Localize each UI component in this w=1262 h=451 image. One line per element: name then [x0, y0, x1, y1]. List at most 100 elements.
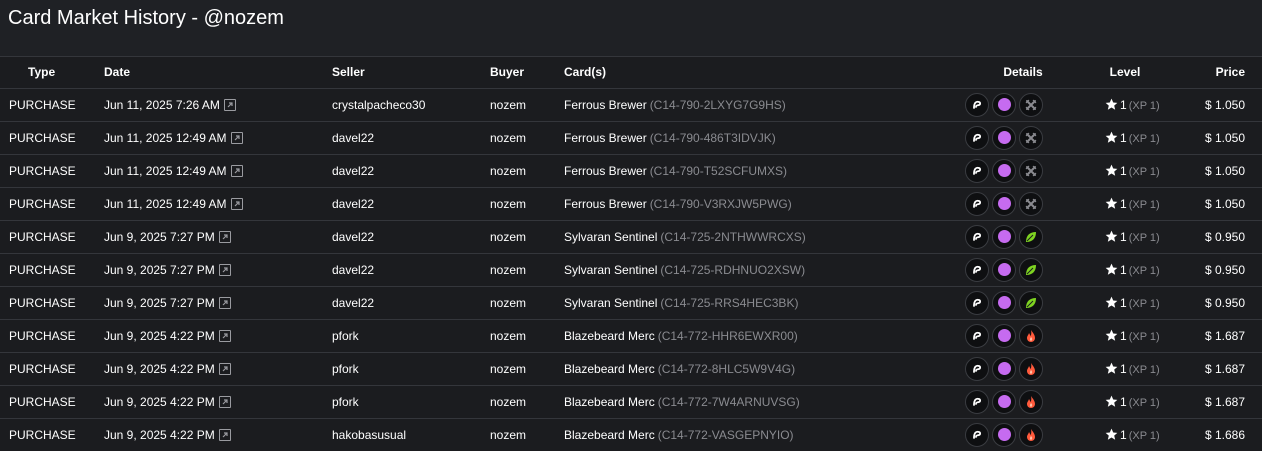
- external-link-icon[interactable]: [230, 197, 243, 210]
- row-seller[interactable]: davel22: [332, 154, 490, 188]
- fire-icon: [1019, 323, 1043, 348]
- row-buyer[interactable]: nozem: [490, 385, 564, 419]
- row-type: PURCHASE: [9, 427, 76, 442]
- card-name[interactable]: Sylvaran Sentinel: [564, 230, 657, 244]
- row-details: [956, 187, 1080, 221]
- row-seller[interactable]: pfork: [332, 319, 490, 353]
- row-details: [956, 154, 1080, 188]
- foil-dot-icon: [992, 422, 1016, 447]
- external-link-icon[interactable]: [218, 428, 231, 441]
- xp-value: (XP 1): [1128, 231, 1160, 244]
- foil-dot-icon: [992, 224, 1016, 249]
- card-name[interactable]: Ferrous Brewer: [564, 164, 647, 178]
- row-buyer[interactable]: nozem: [490, 352, 564, 386]
- row-details: [956, 286, 1080, 320]
- card-name[interactable]: Sylvaran Sentinel: [564, 296, 657, 310]
- card-uid: (C14-790-T52SCFUMXS): [649, 163, 788, 178]
- external-link-icon[interactable]: [218, 395, 231, 408]
- row-buyer[interactable]: nozem: [490, 88, 564, 122]
- fire-icon: [1019, 356, 1043, 381]
- table-row[interactable]: PURCHASE Jun 9, 2025 4:22 PM hakobasusual n…: [0, 418, 1262, 451]
- row-seller[interactable]: pfork: [332, 352, 490, 386]
- row-seller[interactable]: davel22: [332, 121, 490, 155]
- row-type: PURCHASE: [0, 319, 104, 353]
- row-buyer[interactable]: nozem: [490, 286, 564, 320]
- table-row[interactable]: PURCHASE Jun 11, 2025 7:26 AM crystalpache…: [0, 88, 1262, 122]
- card-name[interactable]: Blazebeard Merc: [564, 428, 655, 442]
- row-price: $ 1.050: [1170, 187, 1262, 221]
- external-link-icon[interactable]: [218, 263, 231, 276]
- row-seller[interactable]: davel22: [332, 286, 490, 320]
- market-history-table: Type Date Seller Buyer Card(s) Details L…: [0, 57, 1262, 451]
- table-row[interactable]: PURCHASE Jun 9, 2025 7:27 PM davel22 nozem S…: [0, 253, 1262, 287]
- row-date-cell: Jun 9, 2025 4:22 PM: [104, 352, 332, 386]
- edition-icon: [965, 323, 989, 348]
- row-price: $ 0.950: [1170, 286, 1262, 320]
- external-link-icon[interactable]: [230, 164, 243, 177]
- row-price: $ 1.687: [1170, 319, 1262, 353]
- row-buyer[interactable]: nozem: [490, 220, 564, 254]
- row-date-cell: Jun 9, 2025 7:27 PM: [104, 286, 332, 320]
- edition-icon: [965, 191, 989, 216]
- table-row[interactable]: PURCHASE Jun 11, 2025 12:49 AM davel22 noze…: [0, 187, 1262, 221]
- column-header-details: Details: [956, 57, 1080, 89]
- row-buyer[interactable]: nozem: [490, 154, 564, 188]
- row-seller[interactable]: hakobasusual: [332, 418, 490, 451]
- external-link-icon[interactable]: [218, 362, 231, 375]
- row-seller[interactable]: davel22: [332, 187, 490, 221]
- external-link-icon[interactable]: [218, 296, 231, 309]
- card-name[interactable]: Blazebeard Merc: [564, 362, 655, 376]
- row-date-cell: Jun 11, 2025 12:49 AM: [104, 187, 332, 221]
- row-buyer[interactable]: nozem: [490, 121, 564, 155]
- column-header-date[interactable]: Date: [104, 57, 332, 89]
- external-link-icon[interactable]: [218, 230, 231, 243]
- card-name[interactable]: Ferrous Brewer: [564, 197, 647, 211]
- row-date-cell: Jun 11, 2025 12:49 AM: [104, 121, 332, 155]
- neutral-swords-icon: [1019, 125, 1043, 150]
- row-buyer[interactable]: nozem: [490, 253, 564, 287]
- external-link-icon[interactable]: [218, 329, 231, 342]
- card-name[interactable]: Blazebeard Merc: [564, 395, 655, 409]
- row-price: $ 0.950: [1170, 220, 1262, 254]
- table-row[interactable]: PURCHASE Jun 9, 2025 4:22 PM pfork nozem Bla…: [0, 352, 1262, 386]
- row-seller[interactable]: pfork: [332, 385, 490, 419]
- row-date: Jun 9, 2025 4:22 PM: [104, 328, 215, 343]
- edition-icon: [965, 356, 989, 381]
- column-header-price[interactable]: Price: [1170, 57, 1262, 89]
- column-header-seller[interactable]: Seller: [332, 57, 490, 89]
- row-buyer[interactable]: nozem: [490, 418, 564, 451]
- row-seller[interactable]: crystalpacheco30: [332, 88, 490, 122]
- page-header: Card Market History - @nozem: [0, 0, 1262, 57]
- table-row[interactable]: PURCHASE Jun 9, 2025 4:22 PM pfork nozem Bla…: [0, 385, 1262, 419]
- row-card-cell: Sylvaran Sentinel (C14-725-RDHNUO2XSW): [564, 253, 956, 287]
- edition-icon: [965, 125, 989, 150]
- table-row[interactable]: PURCHASE Jun 9, 2025 7:27 PM davel22 nozem S…: [0, 286, 1262, 320]
- table-row[interactable]: PURCHASE Jun 11, 2025 12:49 AM davel22 noze…: [0, 121, 1262, 155]
- row-seller[interactable]: davel22: [332, 220, 490, 254]
- column-header-buyer[interactable]: Buyer: [490, 57, 564, 89]
- card-name[interactable]: Sylvaran Sentinel: [564, 263, 657, 277]
- table-header-row: Type Date Seller Buyer Card(s) Details L…: [0, 57, 1262, 89]
- column-header-cards[interactable]: Card(s): [564, 57, 956, 89]
- column-header-level[interactable]: Level: [1080, 57, 1170, 89]
- card-name[interactable]: Ferrous Brewer: [564, 98, 647, 112]
- row-card-cell: Blazebeard Merc (C14-772-VASGEPNYIO): [564, 418, 956, 451]
- row-seller[interactable]: davel22: [332, 253, 490, 287]
- card-name[interactable]: Blazebeard Merc: [564, 329, 655, 343]
- level-value: 1: [1120, 130, 1127, 145]
- level-value: 1: [1120, 163, 1127, 178]
- row-level: 1 (XP 1): [1080, 352, 1170, 386]
- card-name[interactable]: Ferrous Brewer: [564, 131, 647, 145]
- external-link-icon[interactable]: [230, 131, 243, 144]
- row-date: Jun 9, 2025 4:22 PM: [104, 361, 215, 376]
- table-row[interactable]: PURCHASE Jun 9, 2025 4:22 PM pfork nozem Bla…: [0, 319, 1262, 353]
- row-date: Jun 9, 2025 4:22 PM: [104, 427, 215, 442]
- row-buyer[interactable]: nozem: [490, 187, 564, 221]
- edition-icon: [965, 422, 989, 447]
- table-row[interactable]: PURCHASE Jun 9, 2025 7:27 PM davel22 nozem S…: [0, 220, 1262, 254]
- level-value: 1: [1120, 394, 1127, 409]
- external-link-icon[interactable]: [223, 98, 236, 111]
- table-row[interactable]: PURCHASE Jun 11, 2025 12:49 AM davel22 noze…: [0, 154, 1262, 188]
- row-buyer[interactable]: nozem: [490, 319, 564, 353]
- column-header-type[interactable]: Type: [0, 57, 104, 89]
